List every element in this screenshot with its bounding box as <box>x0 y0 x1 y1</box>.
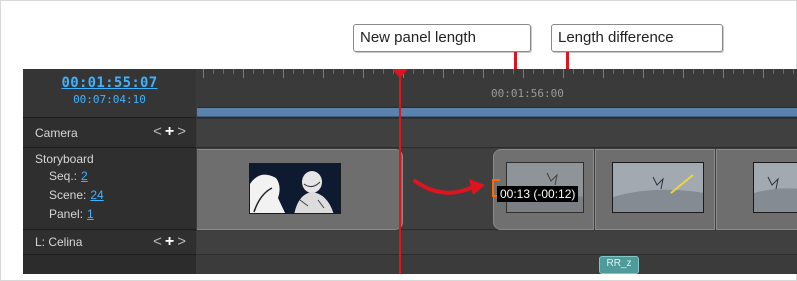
trim-length-readout: 00:13 (-00:12) <box>497 186 579 202</box>
timeline-view[interactable]: 00:01:55:07 00:07:04:10 Camera < + > Story… <box>23 69 797 274</box>
new-panel-length-callout: New panel length <box>353 24 531 52</box>
audio-clip-badge[interactable]: RR_z <box>599 256 639 274</box>
curved-arrow-icon <box>413 179 485 195</box>
screenshot-frame: New panel length Length difference 00:01… <box>0 0 797 281</box>
length-difference-callout: Length difference <box>551 24 723 52</box>
